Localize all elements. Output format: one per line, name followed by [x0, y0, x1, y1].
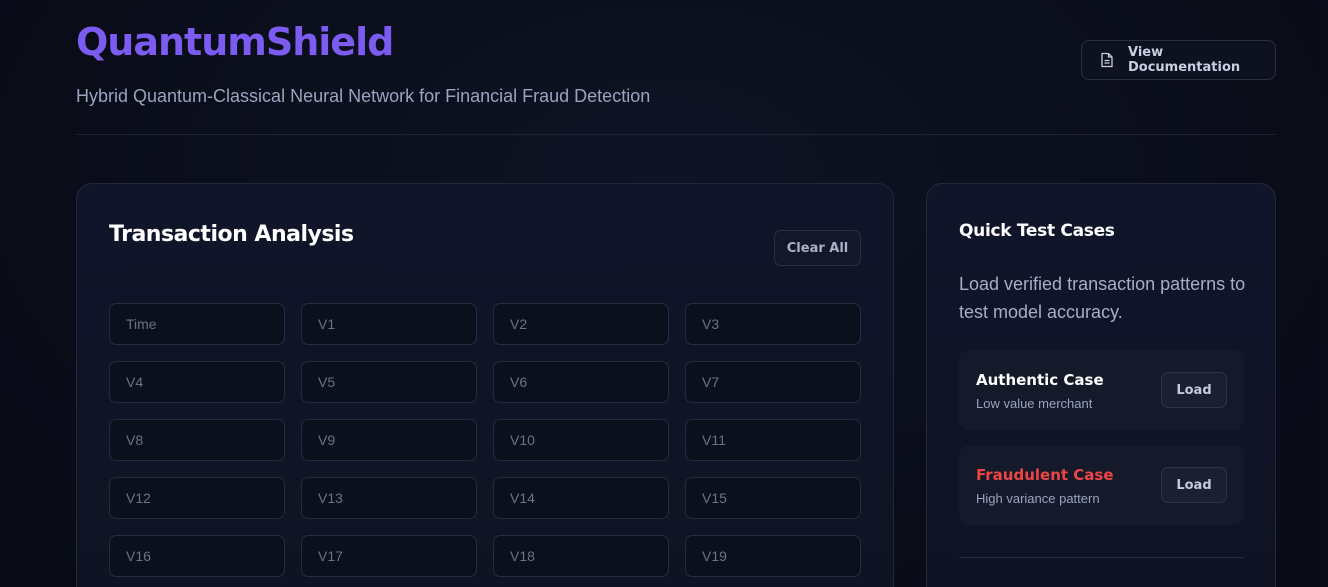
field-v3[interactable]: [685, 303, 861, 345]
field-v4[interactable]: [109, 361, 285, 403]
quick-test-cases-description: Load verified transaction patterns to te…: [959, 274, 1246, 322]
view-documentation-label: View Documentation: [1128, 45, 1241, 75]
field-v16[interactable]: [109, 535, 285, 577]
transaction-analysis-panel: Transaction Analysis Clear All: [76, 183, 894, 587]
field-v15[interactable]: [685, 477, 861, 519]
authentic-case-title: Authentic Case: [976, 371, 1104, 389]
page-header: QuantumShield Hybrid Quantum-Classical N…: [76, 0, 1276, 135]
quick-test-cases-panel: Quick Test Cases Load verified transacti…: [926, 183, 1276, 587]
transaction-analysis-title: Transaction Analysis: [109, 222, 354, 247]
authentic-case-card: Authentic Case Low value merchant Load: [959, 350, 1244, 430]
field-v8[interactable]: [109, 419, 285, 461]
app-page: QuantumShield Hybrid Quantum-Classical N…: [0, 0, 1328, 587]
field-v17[interactable]: [301, 535, 477, 577]
load-fraudulent-case-button[interactable]: Load: [1161, 467, 1227, 503]
field-v9[interactable]: [301, 419, 477, 461]
fraudulent-case-card: Fraudulent Case High variance pattern Lo…: [959, 445, 1244, 525]
field-v13[interactable]: [301, 477, 477, 519]
field-v11[interactable]: [685, 419, 861, 461]
field-v18[interactable]: [493, 535, 669, 577]
field-v19[interactable]: [685, 535, 861, 577]
clear-all-button[interactable]: Clear All: [774, 230, 861, 266]
field-v6[interactable]: [493, 361, 669, 403]
field-v10[interactable]: [493, 419, 669, 461]
brand-title: QuantumShield: [76, 20, 394, 64]
field-v7[interactable]: [685, 361, 861, 403]
document-icon: [1101, 52, 1113, 68]
field-v1[interactable]: [301, 303, 477, 345]
feature-input-grid: [109, 303, 861, 577]
brand-subtitle: Hybrid Quantum-Classical Neural Network …: [76, 86, 651, 106]
quick-test-cases-title: Quick Test Cases: [959, 221, 1115, 241]
fraudulent-case-subtitle: High variance pattern: [976, 491, 1100, 506]
load-authentic-case-button[interactable]: Load: [1161, 372, 1227, 408]
field-v5[interactable]: [301, 361, 477, 403]
quick-panel-divider: [959, 557, 1244, 558]
view-documentation-button[interactable]: View Documentation: [1081, 40, 1276, 80]
authentic-case-subtitle: Low value merchant: [976, 396, 1093, 411]
field-v12[interactable]: [109, 477, 285, 519]
field-v2[interactable]: [493, 303, 669, 345]
field-time[interactable]: [109, 303, 285, 345]
field-v14[interactable]: [493, 477, 669, 519]
fraudulent-case-title: Fraudulent Case: [976, 466, 1114, 484]
